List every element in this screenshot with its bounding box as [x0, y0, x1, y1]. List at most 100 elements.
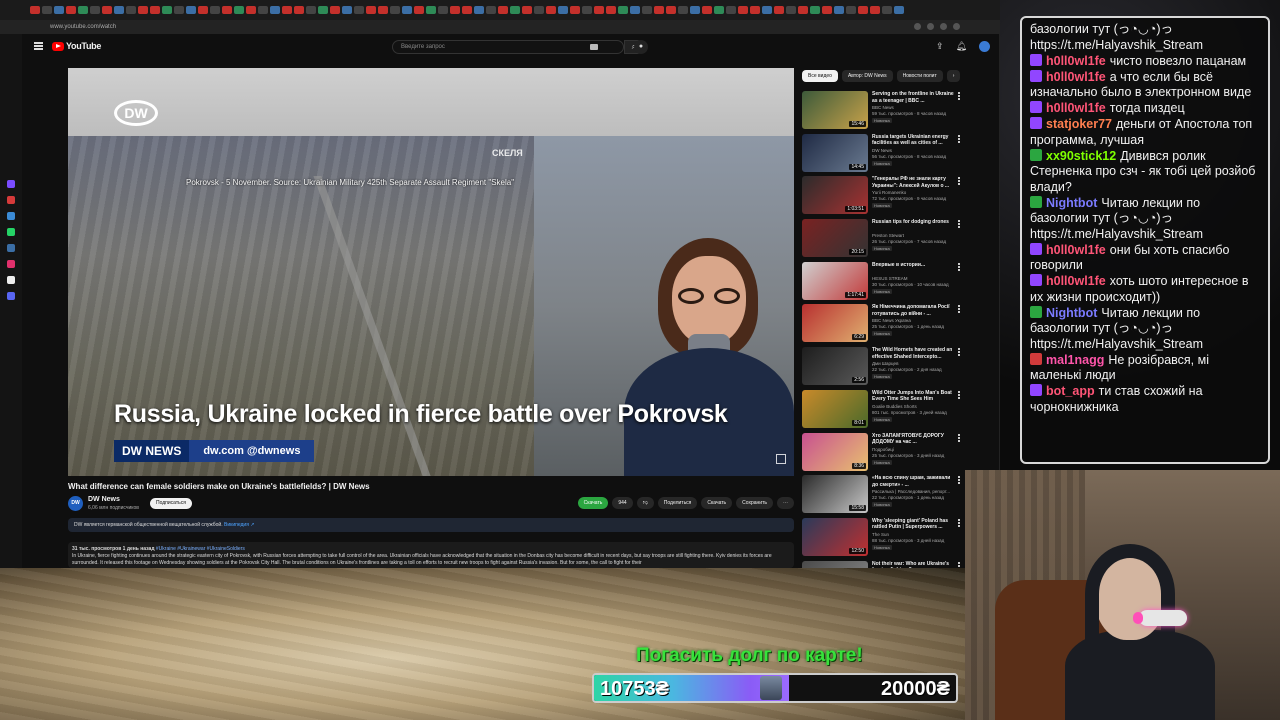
more-options-icon[interactable]: [958, 177, 960, 186]
video-player[interactable]: DW Pokrovsk - 5 November. Source: Ukrain…: [68, 68, 794, 476]
browser-tab[interactable]: [390, 6, 400, 14]
browser-tab[interactable]: [690, 6, 700, 14]
sidebar-app-icon[interactable]: [7, 196, 15, 204]
extension-icon[interactable]: [914, 23, 921, 30]
like-button[interactable]: 944: [612, 497, 633, 509]
related-channel[interactable]: DW News: [872, 148, 892, 153]
browser-tab[interactable]: [438, 6, 448, 14]
browser-tab[interactable]: [546, 6, 556, 14]
related-title[interactable]: Впервые в истории...: [872, 262, 954, 269]
browser-tab[interactable]: [222, 6, 232, 14]
browser-tab[interactable]: [618, 6, 628, 14]
browser-tab[interactable]: [342, 6, 352, 14]
browser-tab[interactable]: [678, 6, 688, 14]
chip-all[interactable]: Все видео: [802, 70, 838, 82]
browser-tab[interactable]: [294, 6, 304, 14]
chat-username[interactable]: h0ll0wl1fe: [1046, 243, 1106, 257]
address-bar[interactable]: www.youtube.com/watch: [0, 20, 1000, 34]
browser-tab[interactable]: [834, 6, 844, 14]
related-title[interactable]: The Wild Hornets have created an effecti…: [872, 347, 954, 360]
browser-tab[interactable]: [198, 6, 208, 14]
browser-tab[interactable]: [246, 6, 256, 14]
browser-tab[interactable]: [186, 6, 196, 14]
browser-tab[interactable]: [594, 6, 604, 14]
sidebar-app-icon[interactable]: [7, 180, 15, 188]
related-thumbnail[interactable]: 8:01: [802, 389, 868, 428]
hashtags[interactable]: #Ukraine #Ukrainewar #UkraineSoldiers: [156, 546, 245, 552]
browser-tab[interactable]: [774, 6, 784, 14]
browser-tab[interactable]: [402, 6, 412, 14]
more-options-icon[interactable]: [958, 518, 960, 527]
more-options-icon[interactable]: [958, 92, 960, 100]
chat-username[interactable]: Nightbot: [1046, 306, 1097, 320]
browser-tab[interactable]: [102, 6, 112, 14]
related-title[interactable]: Why 'sleeping giant' Poland has rattled …: [872, 518, 954, 531]
related-thumbnail[interactable]: 6:29: [802, 304, 868, 343]
description-box[interactable]: 31 тыс. просмотров 1 день назад #Ukraine…: [68, 542, 794, 568]
keyboard-icon[interactable]: [590, 44, 598, 50]
related-channel[interactable]: BBC News: [872, 105, 894, 110]
menu-icon[interactable]: [34, 42, 43, 50]
browser-tab[interactable]: [78, 6, 88, 14]
browser-tab[interactable]: [822, 6, 832, 14]
related-channel[interactable]: Рассилька | Расследования, репорт...: [872, 489, 950, 494]
browser-tab[interactable]: [42, 6, 52, 14]
related-video[interactable]: 20:15 Russian tips for dodging drones Pres…: [802, 218, 962, 260]
related-channel[interactable]: HESUS STREAM: [872, 276, 908, 281]
browser-tab[interactable]: [234, 6, 244, 14]
more-options-icon[interactable]: [958, 134, 960, 143]
related-channel[interactable]: The Sun: [872, 532, 889, 537]
related-video[interactable]: 1:17:41 Впервые в истории... HESUS STREAM 3…: [802, 261, 962, 303]
browser-tab[interactable]: [870, 6, 880, 14]
related-title[interactable]: Serving on the frontline in Ukraine as a…: [872, 91, 954, 104]
browser-tab[interactable]: [354, 6, 364, 14]
browser-tab[interactable]: [498, 6, 508, 14]
related-channel[interactable]: Preston Stewart: [872, 233, 904, 238]
extension-icon[interactable]: [927, 23, 934, 30]
youtube-logo[interactable]: YouTube: [52, 41, 101, 51]
browser-tab[interactable]: [582, 6, 592, 14]
browser-tab[interactable]: [426, 6, 436, 14]
related-thumbnail[interactable]: 14:45: [802, 133, 868, 172]
profile-icon[interactable]: [953, 23, 960, 30]
more-options-icon[interactable]: [958, 476, 960, 485]
browser-tab[interactable]: [138, 6, 148, 14]
browser-tab[interactable]: [270, 6, 280, 14]
download-button[interactable]: Скачать: [701, 497, 733, 509]
browser-tab[interactable]: [282, 6, 292, 14]
browser-tab[interactable]: [126, 6, 136, 14]
related-thumbnail[interactable]: 15:46: [802, 91, 868, 129]
related-video[interactable]: 2:56 The Wild Hornets have created an eff…: [802, 346, 962, 388]
browser-tab[interactable]: [726, 6, 736, 14]
browser-tab[interactable]: [798, 6, 808, 14]
browser-tab[interactable]: [630, 6, 640, 14]
notifications-icon[interactable]: 🔔︎: [956, 41, 967, 52]
browser-tab[interactable]: [762, 6, 772, 14]
fullscreen-icon[interactable]: [776, 454, 786, 464]
browser-tab[interactable]: [210, 6, 220, 14]
related-video[interactable]: 12:50 Why 'sleeping giant' Poland has rat…: [802, 517, 962, 559]
related-video[interactable]: 1:03:51 "Генералы РФ не знали карту Украи…: [802, 175, 962, 217]
save-button[interactable]: Сохранить: [736, 497, 773, 509]
sidebar-app-icon[interactable]: [7, 292, 15, 300]
more-options-icon[interactable]: [958, 262, 960, 271]
wikipedia-link[interactable]: Википедия ↗: [224, 522, 254, 528]
related-title[interactable]: Wild Otter Jumps Into Man's Boat Every T…: [872, 390, 954, 403]
more-options-icon[interactable]: [958, 348, 960, 357]
browser-tab[interactable]: [522, 6, 532, 14]
chat-username[interactable]: xx90stick12: [1046, 149, 1116, 163]
browser-tab[interactable]: [702, 6, 712, 14]
chat-username[interactable]: bot_app: [1046, 384, 1095, 398]
browser-tab[interactable]: [150, 6, 160, 14]
browser-tab[interactable]: [894, 6, 904, 14]
voice-search-icon[interactable]: ●: [634, 40, 648, 54]
extension-icon[interactable]: [940, 23, 947, 30]
browser-tab[interactable]: [666, 6, 676, 14]
related-thumbnail[interactable]: 2:56: [802, 347, 868, 386]
chat-username[interactable]: h0ll0wl1fe: [1046, 101, 1106, 115]
related-title[interactable]: Як Німеччина допомагала Росії готуватись…: [872, 304, 954, 317]
browser-tab[interactable]: [846, 6, 856, 14]
sidebar-app-icon[interactable]: [7, 212, 15, 220]
related-thumbnail[interactable]: 20:15: [802, 219, 868, 258]
upload-icon[interactable]: ⇪: [936, 41, 944, 52]
